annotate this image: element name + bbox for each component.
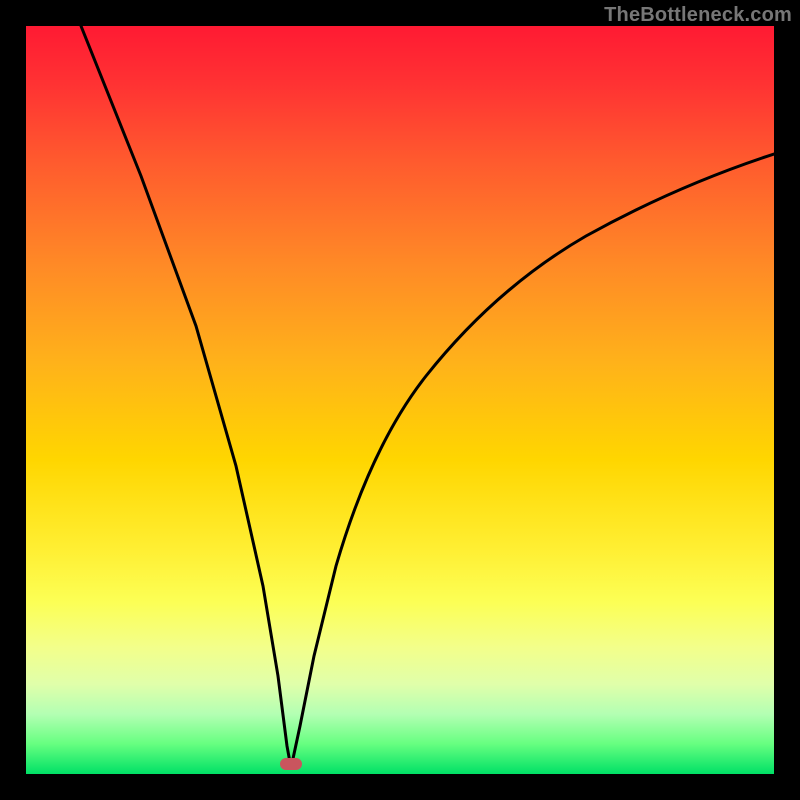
curve-left-branch bbox=[81, 26, 291, 768]
bottleneck-curve bbox=[26, 26, 774, 774]
watermark-text: TheBottleneck.com bbox=[604, 4, 792, 27]
chart-plot-area bbox=[26, 26, 774, 774]
minimum-marker bbox=[280, 758, 302, 770]
curve-right-branch bbox=[291, 154, 774, 768]
